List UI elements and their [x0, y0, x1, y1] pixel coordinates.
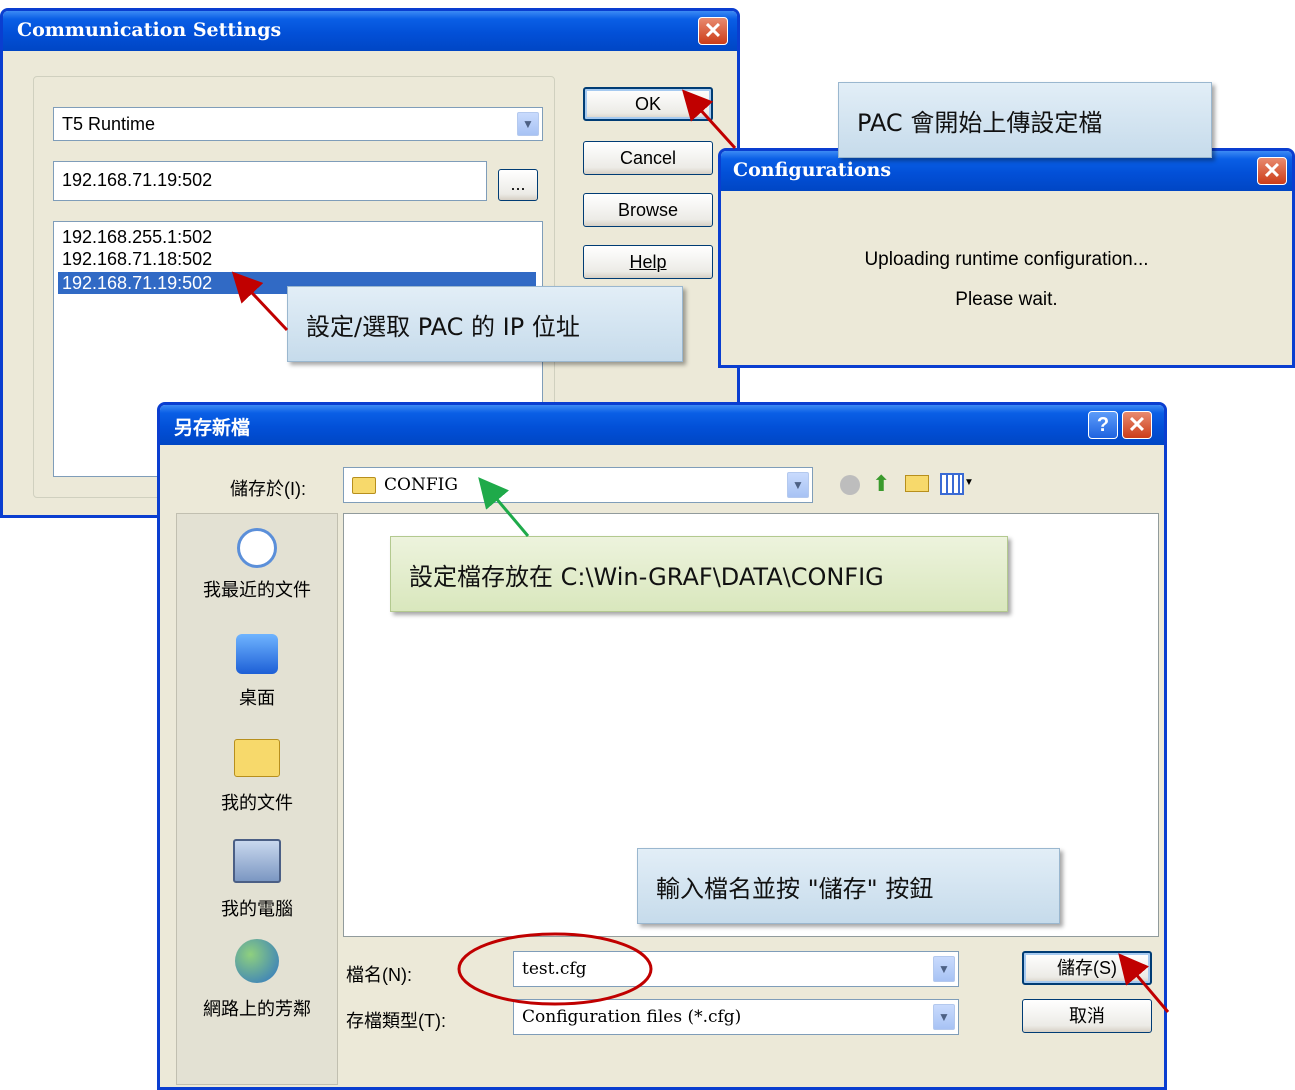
- status-line-2: Please wait.: [955, 289, 1058, 310]
- close-icon[interactable]: ✕: [1257, 157, 1287, 185]
- dialog-title: 另存新檔: [174, 417, 251, 439]
- help-icon[interactable]: ?: [1088, 411, 1118, 439]
- filename-value: test.cfg: [522, 959, 587, 979]
- configurations-dialog: Configurations ✕ Uploading runtime confi…: [718, 148, 1295, 368]
- filetype-label: 存檔類型(T):: [346, 1011, 446, 1031]
- ok-label: OK: [634, 94, 661, 114]
- dialog-title: Communication Settings: [17, 19, 282, 41]
- new-folder-icon[interactable]: [905, 475, 929, 492]
- cancel-label: 取消: [1069, 1006, 1105, 1026]
- list-item[interactable]: 192.168.71.18:502: [62, 248, 212, 270]
- back-icon[interactable]: [840, 475, 860, 495]
- place-label: 網路上的芳鄰: [203, 999, 311, 1019]
- network-places-place[interactable]: 網路上的芳鄰: [177, 939, 337, 1034]
- save-button[interactable]: 儲存(S): [1022, 951, 1152, 985]
- list-item-label: 192.168.71.19:502: [62, 273, 213, 293]
- help-label: Help: [629, 252, 667, 272]
- cancel-button[interactable]: 取消: [1022, 999, 1152, 1033]
- save-as-dialog: 另存新檔 ? ✕ 儲存於(I): CONFIG ▼ ⬆ ▼ 我最近的文件 桌面 …: [157, 402, 1167, 1090]
- dialog-title: Configurations: [733, 159, 892, 181]
- save-in-label: 儲存於(I):: [230, 479, 306, 499]
- callout-text: 設定/選取 PAC 的 IP 位址: [306, 312, 580, 341]
- documents-folder-icon: [234, 739, 280, 777]
- chevron-down-icon[interactable]: ▼: [933, 1004, 955, 1030]
- help-button[interactable]: Help: [583, 245, 713, 279]
- place-label: 我最近的文件: [203, 580, 311, 600]
- close-icon[interactable]: ✕: [698, 17, 728, 45]
- titlebar: Communication Settings ✕: [3, 11, 737, 51]
- callout-text: 設定檔存放在 C:\Win-GRAF\DATA\CONFIG: [409, 562, 884, 591]
- view-menu-icon[interactable]: [940, 473, 964, 495]
- up-folder-icon[interactable]: ⬆: [872, 471, 890, 497]
- browse-address-label: ...: [510, 174, 526, 194]
- save-in-dropdown[interactable]: CONFIG ▼: [343, 467, 813, 503]
- driver-value: T5 Runtime: [62, 114, 156, 134]
- address-value: 192.168.71.19:502: [62, 170, 213, 190]
- place-label: 我的文件: [221, 793, 293, 813]
- ok-button[interactable]: OK: [583, 87, 713, 121]
- cancel-label: Cancel: [619, 148, 677, 168]
- callout-text: 輸入檔名並按 "儲存" 按鈕: [656, 874, 934, 903]
- filetype-value: Configuration files (*.cfg): [522, 1007, 742, 1027]
- chevron-down-icon[interactable]: ▼: [787, 472, 809, 498]
- folder-icon: [352, 477, 376, 494]
- chevron-down-icon[interactable]: ▼: [517, 112, 539, 136]
- browse-button[interactable]: Browse: [583, 193, 713, 227]
- computer-icon: [233, 839, 281, 883]
- callout-upload: PAC 會開始上傳設定檔: [838, 82, 1212, 158]
- desktop-place[interactable]: 桌面: [177, 634, 337, 724]
- callout-text: PAC 會開始上傳設定檔: [857, 108, 1103, 137]
- chevron-down-icon[interactable]: ▼: [933, 956, 955, 982]
- status-line-1: Uploading runtime configuration...: [864, 249, 1149, 270]
- titlebar: 另存新檔 ? ✕: [160, 405, 1164, 445]
- save-in-value: CONFIG: [384, 475, 458, 495]
- filetype-dropdown[interactable]: Configuration files (*.cfg) ▼: [513, 999, 959, 1035]
- caret-down-icon[interactable]: ▼: [964, 477, 974, 488]
- cancel-button[interactable]: Cancel: [583, 141, 713, 175]
- driver-dropdown[interactable]: T5 Runtime ▼: [53, 107, 543, 141]
- network-globe-icon: [235, 939, 279, 983]
- clock-icon: [237, 528, 277, 568]
- callout-enter-name: 輸入檔名並按 "儲存" 按鈕: [637, 848, 1060, 924]
- places-bar: 我最近的文件 桌面 我的文件 我的電腦 網路上的芳鄰: [176, 513, 338, 1085]
- recent-documents-place[interactable]: 我最近的文件: [177, 524, 337, 620]
- browse-address-button[interactable]: ...: [498, 169, 538, 201]
- save-label: 儲存(S): [1057, 958, 1117, 978]
- desktop-icon: [236, 634, 278, 674]
- my-computer-place[interactable]: 我的電腦: [177, 839, 337, 934]
- filename-label: 檔名(N):: [346, 965, 412, 985]
- callout-select-ip: 設定/選取 PAC 的 IP 位址: [287, 286, 683, 362]
- place-label: 我的電腦: [221, 899, 293, 919]
- close-icon[interactable]: ✕: [1122, 411, 1152, 439]
- callout-config-path: 設定檔存放在 C:\Win-GRAF\DATA\CONFIG: [390, 536, 1008, 612]
- list-item[interactable]: 192.168.255.1:502: [62, 226, 212, 248]
- my-documents-place[interactable]: 我的文件: [177, 739, 337, 829]
- filename-input[interactable]: test.cfg ▼: [513, 951, 959, 987]
- address-input[interactable]: 192.168.71.19:502: [53, 161, 487, 201]
- browse-label: Browse: [617, 200, 679, 220]
- place-label: 桌面: [239, 688, 275, 708]
